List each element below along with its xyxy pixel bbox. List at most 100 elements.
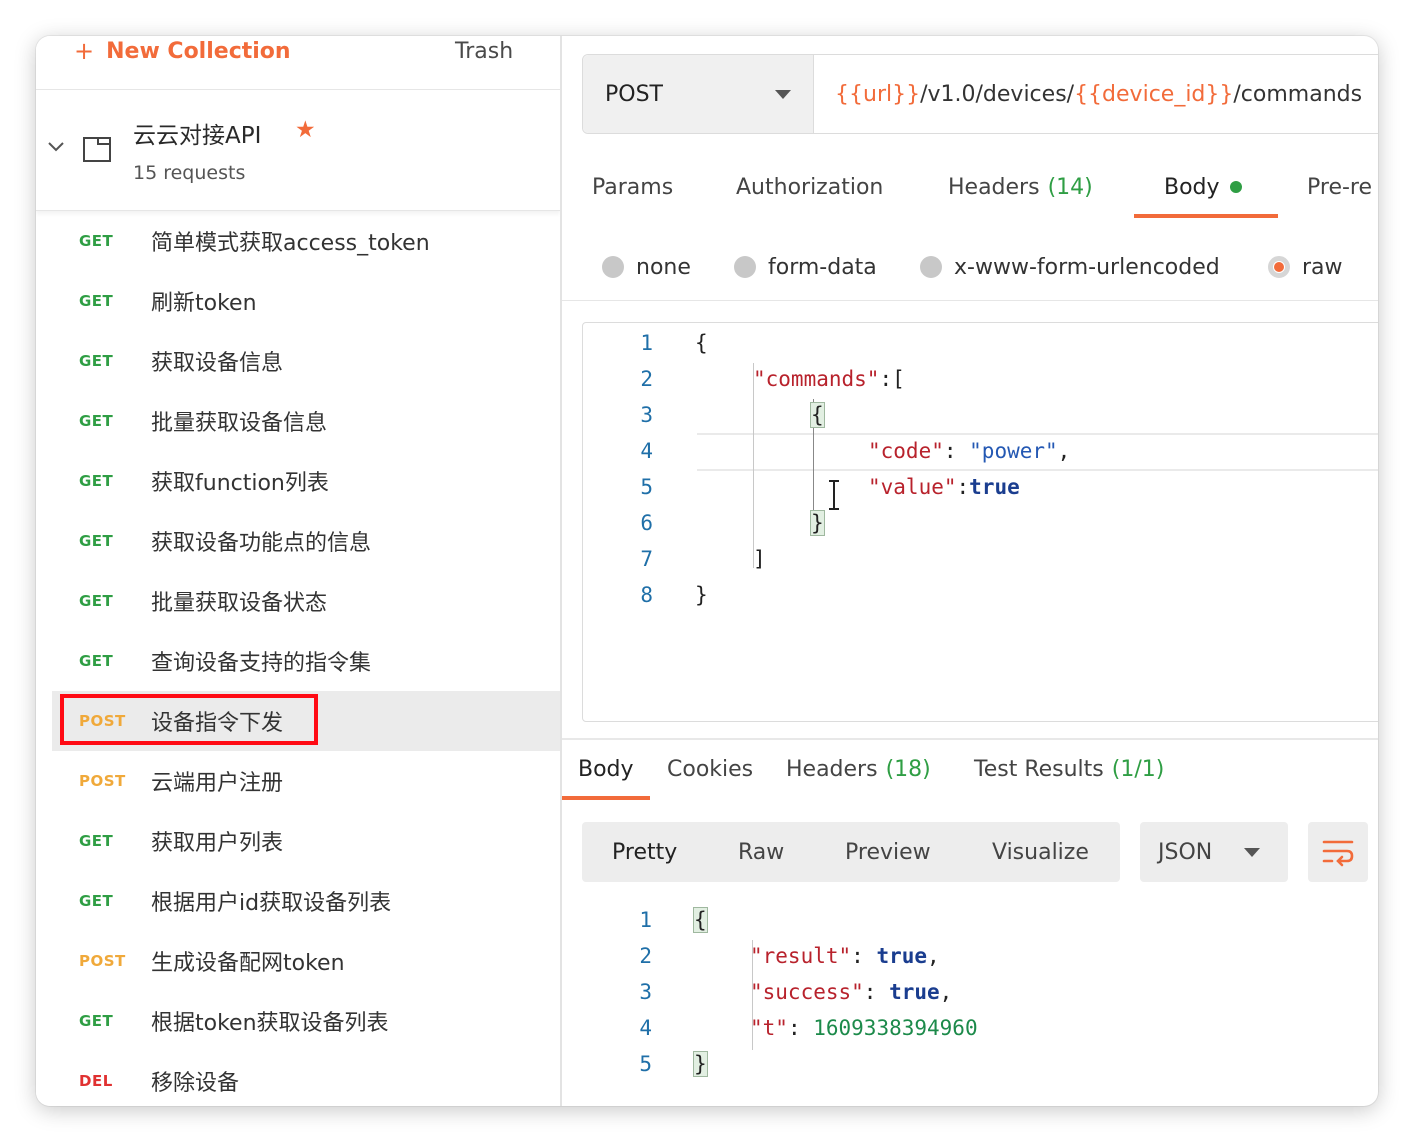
request-item[interactable]: GET 简单模式获取access_token: [36, 211, 560, 271]
radio-circle: [734, 256, 756, 278]
method-badge: DEL: [79, 1072, 113, 1090]
request-name: 获取function列表: [151, 471, 329, 496]
request-name: 简单模式获取access_token: [151, 231, 430, 256]
chevron-down-icon[interactable]: [47, 138, 65, 156]
method-badge: GET: [79, 892, 114, 910]
view-pretty-button[interactable]: Pretty: [612, 822, 677, 882]
request-item[interactable]: GET 批量获取设备信息: [36, 391, 560, 451]
star-icon[interactable]: ★: [295, 117, 316, 143]
request-name: 根据token获取设备列表: [151, 1011, 389, 1036]
line-number: 3: [639, 980, 652, 1004]
radio-urlencoded[interactable]: x-www-form-urlencoded: [920, 242, 1220, 292]
request-body-editor[interactable]: 1 { 2 "commands":[ 3 { 4 "code": "power", 5 "…: [582, 322, 1378, 722]
tab-body[interactable]: Body: [1164, 164, 1242, 210]
line-number: 6: [640, 511, 653, 535]
method-badge: GET: [79, 412, 114, 430]
format-dropdown-label: JSON: [1158, 839, 1213, 865]
method-badge: GET: [79, 232, 114, 250]
view-preview-button[interactable]: Preview: [845, 822, 931, 882]
request-item[interactable]: GET 根据用户id获取设备列表: [36, 871, 560, 931]
url-path: /commands: [1233, 81, 1363, 107]
method-badge: POST: [79, 952, 126, 970]
request-name: 根据用户id获取设备列表: [151, 891, 392, 916]
request-tabs: Params Authorization Headers (14) Body Pr…: [562, 164, 1378, 220]
line-number: 5: [639, 1052, 652, 1076]
view-raw-button[interactable]: Raw: [738, 822, 784, 882]
response-tab-test-results[interactable]: Test Results (1/1): [974, 746, 1164, 792]
request-item[interactable]: GET 根据token获取设备列表: [36, 991, 560, 1051]
method-badge: GET: [79, 292, 114, 310]
trash-button[interactable]: Trash: [455, 36, 513, 66]
collection-header[interactable]: 云云对接API ★ 15 requests: [36, 90, 560, 211]
radio-raw[interactable]: raw: [1268, 242, 1343, 292]
response-view-switcher: Pretty Raw Preview Visualize: [582, 822, 1120, 882]
request-item[interactable]: GET 刷新token: [36, 271, 560, 331]
request-item-selected[interactable]: POST 设备指令下发: [52, 691, 560, 751]
request-item[interactable]: DEL 移除设备: [36, 1051, 560, 1106]
tab-prerequest-script[interactable]: Pre-re: [1307, 164, 1372, 210]
code-token: ,: [927, 944, 940, 968]
request-item[interactable]: GET 获取设备信息: [36, 331, 560, 391]
method-badge: GET: [79, 1012, 114, 1030]
code-token: :[: [879, 367, 905, 391]
code-token: :: [851, 944, 877, 968]
radio-label: form-data: [768, 254, 877, 280]
radio-none[interactable]: none: [602, 242, 691, 292]
sidebar: + New Collection Trash 云云对接API ★ 15 requ…: [36, 36, 562, 1106]
response-tab-tests-label: Test Results: [974, 756, 1104, 782]
radio-circle: [920, 256, 942, 278]
request-item[interactable]: GET 获取设备功能点的信息: [36, 511, 560, 571]
wrap-lines-button[interactable]: [1308, 822, 1368, 882]
request-item[interactable]: GET 批量获取设备状态: [36, 571, 560, 631]
json-boolean-value: true: [889, 980, 940, 1004]
plus-icon: +: [74, 37, 95, 65]
line-number: 1: [639, 908, 652, 932]
json-key: "value": [868, 475, 957, 499]
response-headers-count: (18): [885, 756, 931, 782]
method-badge: GET: [79, 592, 114, 610]
request-item[interactable]: GET 获取用户列表: [36, 811, 560, 871]
active-tab-underline: [562, 796, 650, 800]
code-token: ,: [939, 980, 953, 1004]
view-visualize-button[interactable]: Visualize: [992, 822, 1089, 882]
request-list: GET 简单模式获取access_token GET 刷新token GET 获取设备…: [36, 211, 560, 1106]
code-token: :: [956, 475, 970, 499]
body-indicator-dot: [1229, 181, 1242, 193]
tab-headers[interactable]: Headers (14): [948, 164, 1093, 210]
tab-params[interactable]: Params: [592, 164, 673, 210]
json-string-value: "power": [969, 439, 1058, 463]
new-collection-button[interactable]: + New Collection: [74, 36, 291, 66]
url-input[interactable]: {{url}}/v1.0/devices/{{device_id}}/comma…: [835, 55, 1362, 133]
line-number: 4: [640, 439, 653, 463]
method-dropdown[interactable]: POST: [583, 55, 814, 133]
response-tab-body[interactable]: Body: [578, 746, 634, 792]
request-name: 获取设备功能点的信息: [151, 531, 372, 556]
request-name: 获取设备信息: [151, 351, 284, 376]
url-bar: POST {{url}}/v1.0/devices/{{device_id}} /…: [582, 54, 1378, 134]
request-editor-pane: POST {{url}}/v1.0/devices/{{device_id}} /…: [562, 36, 1378, 1106]
request-item[interactable]: POST 云端用户注册: [36, 751, 560, 811]
response-tab-headers[interactable]: Headers (18): [786, 746, 931, 792]
line-number: 1: [640, 331, 653, 355]
new-collection-label: New Collection: [106, 38, 291, 64]
json-key: "result": [750, 944, 852, 968]
tab-authorization[interactable]: Authorization: [736, 164, 883, 210]
response-tab-cookies[interactable]: Cookies: [667, 746, 753, 792]
request-item[interactable]: GET 获取function列表: [36, 451, 560, 511]
request-name: 移除设备: [151, 1071, 240, 1096]
json-key: "commands": [753, 367, 880, 391]
body-mode-selector: none form-data x-www-form-urlencoded raw: [562, 242, 1378, 292]
json-key: "t": [750, 1016, 788, 1040]
request-item[interactable]: POST 生成设备配网token: [36, 931, 560, 991]
json-key: "success": [750, 980, 864, 1004]
radio-circle-selected: [1268, 256, 1290, 278]
radio-form-data[interactable]: form-data: [734, 242, 877, 292]
wrap-lines-icon: [1322, 840, 1354, 867]
collection-name[interactable]: 云云对接API: [133, 116, 261, 150]
request-item[interactable]: GET 查询设备支持的指令集: [36, 631, 560, 691]
format-dropdown[interactable]: JSON: [1140, 822, 1288, 882]
line-number: 4: [639, 1016, 652, 1040]
response-body-viewer[interactable]: 1 { 2 "result": true, 3 "success": true, 4 "…: [582, 900, 1378, 1100]
request-name: 批量获取设备信息: [151, 411, 328, 436]
method-badge: GET: [79, 652, 114, 670]
